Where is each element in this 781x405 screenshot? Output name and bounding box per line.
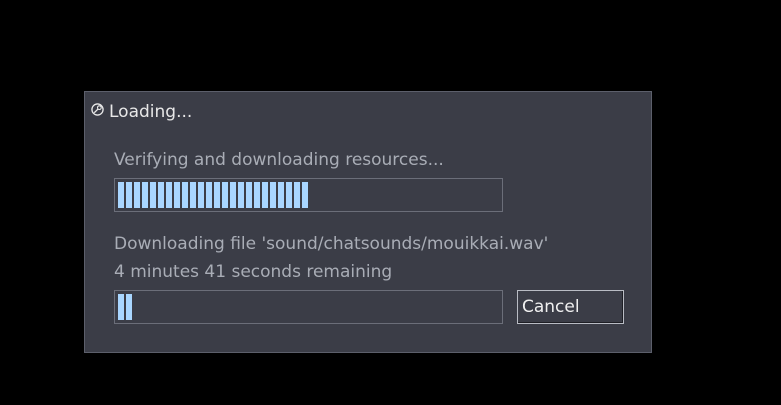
dialog-title-bar: Loading... — [91, 101, 192, 123]
steam-icon — [91, 102, 104, 116]
overall-progress-fill — [118, 182, 308, 208]
file-status-text: Downloading file 'sound/chatsounds/mouik… — [114, 234, 549, 254]
file-progress-fill — [118, 294, 132, 320]
dialog-title: Loading... — [109, 102, 193, 122]
time-remaining-text: 4 minutes 41 seconds remaining — [114, 262, 393, 282]
overall-progress-bar — [114, 178, 503, 212]
cancel-button[interactable]: Cancel — [517, 290, 624, 324]
overall-status-text: Verifying and downloading resources... — [114, 150, 444, 170]
file-progress-bar — [114, 290, 503, 324]
loading-dialog: Loading... Verifying and downloading res… — [84, 91, 652, 353]
